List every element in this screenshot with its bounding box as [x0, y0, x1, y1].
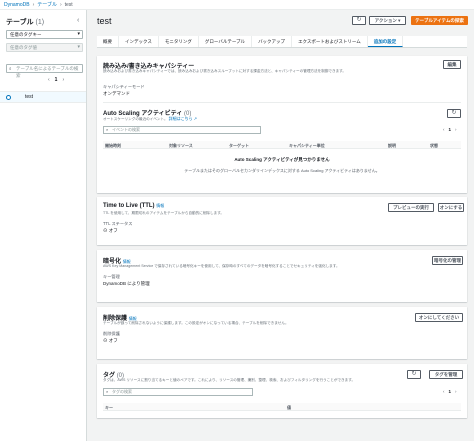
- search-icon: ⌕: [9, 66, 12, 71]
- breadcrumb: DynamoDB › テーブル › test: [4, 1, 73, 9]
- divider: [103, 102, 461, 103]
- edit-capacity-button[interactable]: 編集: [443, 60, 461, 69]
- deletion-protection-status: ⊖ オフ: [103, 338, 118, 343]
- encryption-desc: AWS Key Management Service で保存されている暗号化キー…: [103, 264, 340, 268]
- empty-state-desc: テーブルまたはそのグローバルセカンダリインデックスに対する Auto Scali…: [184, 168, 380, 173]
- prev-page-icon[interactable]: ‹: [443, 389, 445, 394]
- refresh-icon: ↻: [451, 110, 457, 116]
- capacity-desc: 読み込みおよび書き込みキャパシティーでは、読み込みおよび書き込みスループットに対…: [103, 69, 347, 73]
- empty-state-title: Auto Scaling アクティビティが見つかりません: [234, 157, 330, 162]
- capacity-mode-value: オンデマンド: [103, 91, 130, 96]
- page-title: test: [97, 16, 112, 26]
- search-icon: ⌕: [106, 127, 109, 132]
- column-header[interactable]: キャパシティー単位: [289, 143, 325, 149]
- refresh-button[interactable]: ↻: [352, 16, 366, 25]
- tab-overview[interactable]: 概要: [97, 36, 119, 47]
- tag-search-input[interactable]: ⌕ タグの検索: [103, 388, 253, 396]
- column-header[interactable]: 対象リソース: [169, 143, 193, 149]
- deletion-protection-card: 削除保護 情報 テーブルが誤って削除されないように保護します。この設定がオンにな…: [97, 307, 467, 359]
- tab-exports-streams[interactable]: エクスポートおよびストリーム: [292, 36, 368, 47]
- manage-tags-button[interactable]: タグを管理: [429, 370, 463, 379]
- tags-card: タグ (0) タグは、AWS リソースに割り当てるキーと値のペアです。これにより…: [97, 364, 467, 418]
- prev-page-icon[interactable]: ‹: [48, 77, 50, 83]
- caret-down-icon: ▾: [77, 44, 80, 50]
- next-page-icon[interactable]: ›: [455, 389, 457, 394]
- refresh-icon: ↻: [411, 371, 417, 377]
- actions-button[interactable]: アクション ▾: [369, 16, 406, 25]
- column-header[interactable]: 開始時刻: [105, 143, 121, 149]
- ttl-status-label: TTL ステータス: [103, 221, 133, 226]
- chevron-right-icon: ›: [32, 1, 35, 8]
- column-header[interactable]: ターゲット: [229, 143, 249, 149]
- caret-down-icon: ▾: [77, 31, 80, 37]
- tab-global-tables[interactable]: グローバルテーブル: [199, 36, 253, 47]
- capacity-mode-label: キャパシティーモード: [103, 84, 145, 89]
- ttl-card: Time to Live (TTL) 情報 TTL を使用して、期限切れのアイテ…: [97, 197, 467, 245]
- top-bar: DynamoDB › テーブル › test: [0, 0, 474, 10]
- enable-deletion-protection-button[interactable]: オンにしてください: [415, 313, 463, 322]
- preview-ttl-button[interactable]: プレビューの実行: [388, 203, 434, 212]
- info-link[interactable]: 情報: [156, 203, 164, 208]
- ttl-title: Time to Live (TTL) 情報: [103, 203, 165, 209]
- manage-encryption-button[interactable]: 暗号化の管理: [432, 256, 463, 265]
- breadcrumb-current: test: [64, 1, 73, 8]
- explore-items-button[interactable]: テーブルアイテムの探索: [411, 16, 468, 25]
- next-page-icon[interactable]: ›: [455, 127, 457, 132]
- event-search-input[interactable]: ⌕ イベントの検索: [103, 126, 261, 134]
- breadcrumb-dynamodb[interactable]: DynamoDB: [4, 2, 30, 8]
- tags-desc: タグは、AWS リソースに割り当てるキーと値のペアです。これにより、リソースの管…: [103, 378, 356, 382]
- ttl-desc: TTL を使用して、期限切れのアイテムをテーブルから自動的に削除します。: [103, 211, 225, 215]
- next-page-icon[interactable]: ›: [62, 77, 64, 83]
- autoscaling-table-header: [103, 141, 461, 149]
- detail-tabs: 概要 インデックス モニタリング グローバルテーブル バックアップ エクスポート…: [97, 36, 467, 48]
- prev-page-icon[interactable]: ‹: [443, 127, 445, 132]
- tag-key-select[interactable]: 任意のタグキー ▾: [6, 30, 83, 39]
- learn-more-link[interactable]: 詳細はこちら: [169, 116, 193, 121]
- status-off-icon: ⊖: [103, 338, 108, 343]
- breadcrumb-tables[interactable]: テーブル: [37, 1, 57, 8]
- sidebar-title: テーブル (1): [6, 19, 45, 26]
- status-off-icon: ⊖: [103, 228, 108, 233]
- caret-down-icon: ▾: [398, 18, 401, 23]
- tab-additional-settings[interactable]: 追加の設定: [367, 36, 404, 47]
- autoscaling-desc: オートスケーリングの最近のイベント。 詳細はこちら ↗: [103, 116, 197, 121]
- table-name: test: [25, 94, 34, 100]
- capacity-card: 読み込み/書き込みキャパシティー 読み込みおよび書き込みキャパシティーでは、読み…: [97, 56, 467, 193]
- tab-backups[interactable]: バックアップ: [252, 36, 293, 47]
- tag-value-select[interactable]: 任意のタグ値 ▾: [6, 43, 83, 52]
- sidebar-pagination: ‹ 1 ›: [48, 77, 64, 83]
- table-radio[interactable]: [6, 95, 11, 100]
- column-header[interactable]: キー: [105, 405, 113, 411]
- deletion-protection-desc: テーブルが誤って削除されないように保護します。この設定がオンになっている場合、テ…: [103, 321, 289, 325]
- tags-table-header: [103, 403, 461, 411]
- refresh-tags-button[interactable]: ↻: [407, 370, 421, 379]
- key-management-value: DynamoDB により管理: [103, 281, 150, 286]
- key-management-label: キー管理: [103, 274, 120, 279]
- external-link-icon: ↗: [193, 116, 197, 121]
- tab-monitoring[interactable]: モニタリング: [159, 36, 199, 47]
- tables-sidebar: テーブル (1) ‹ 任意のタグキー ▾ 任意のタグ値 ▾ ⌕ テーブル名によるテー…: [0, 10, 87, 441]
- column-header[interactable]: 値: [287, 405, 291, 411]
- search-icon: ⌕: [106, 389, 109, 394]
- tab-indexes[interactable]: インデックス: [119, 36, 159, 47]
- collapse-icon[interactable]: ‹: [77, 17, 79, 24]
- table-search-input[interactable]: ⌕ テーブル名によるテーブルの検索: [6, 64, 83, 78]
- autoscaling-pagination: ‹ 1 ›: [443, 127, 457, 132]
- column-header[interactable]: 状態: [430, 143, 438, 149]
- table-row[interactable]: test: [0, 91, 86, 103]
- refresh-icon: ↻: [356, 17, 362, 23]
- page-number[interactable]: 1: [449, 389, 452, 394]
- encryption-card: 暗号化 情報 AWS Key Management Service で保存されて…: [97, 250, 467, 302]
- deletion-protection-label: 削除保護: [103, 331, 120, 336]
- ttl-status: ⊖ オフ: [103, 228, 118, 233]
- page-number[interactable]: 1: [449, 127, 452, 132]
- enable-ttl-button[interactable]: オンにする: [438, 203, 464, 212]
- chevron-right-icon: ›: [59, 1, 62, 8]
- refresh-autoscaling-button[interactable]: ↻: [447, 109, 461, 118]
- page-number[interactable]: 1: [55, 77, 58, 83]
- column-header[interactable]: 説明: [388, 143, 396, 149]
- tags-pagination: ‹ 1 ›: [443, 389, 457, 394]
